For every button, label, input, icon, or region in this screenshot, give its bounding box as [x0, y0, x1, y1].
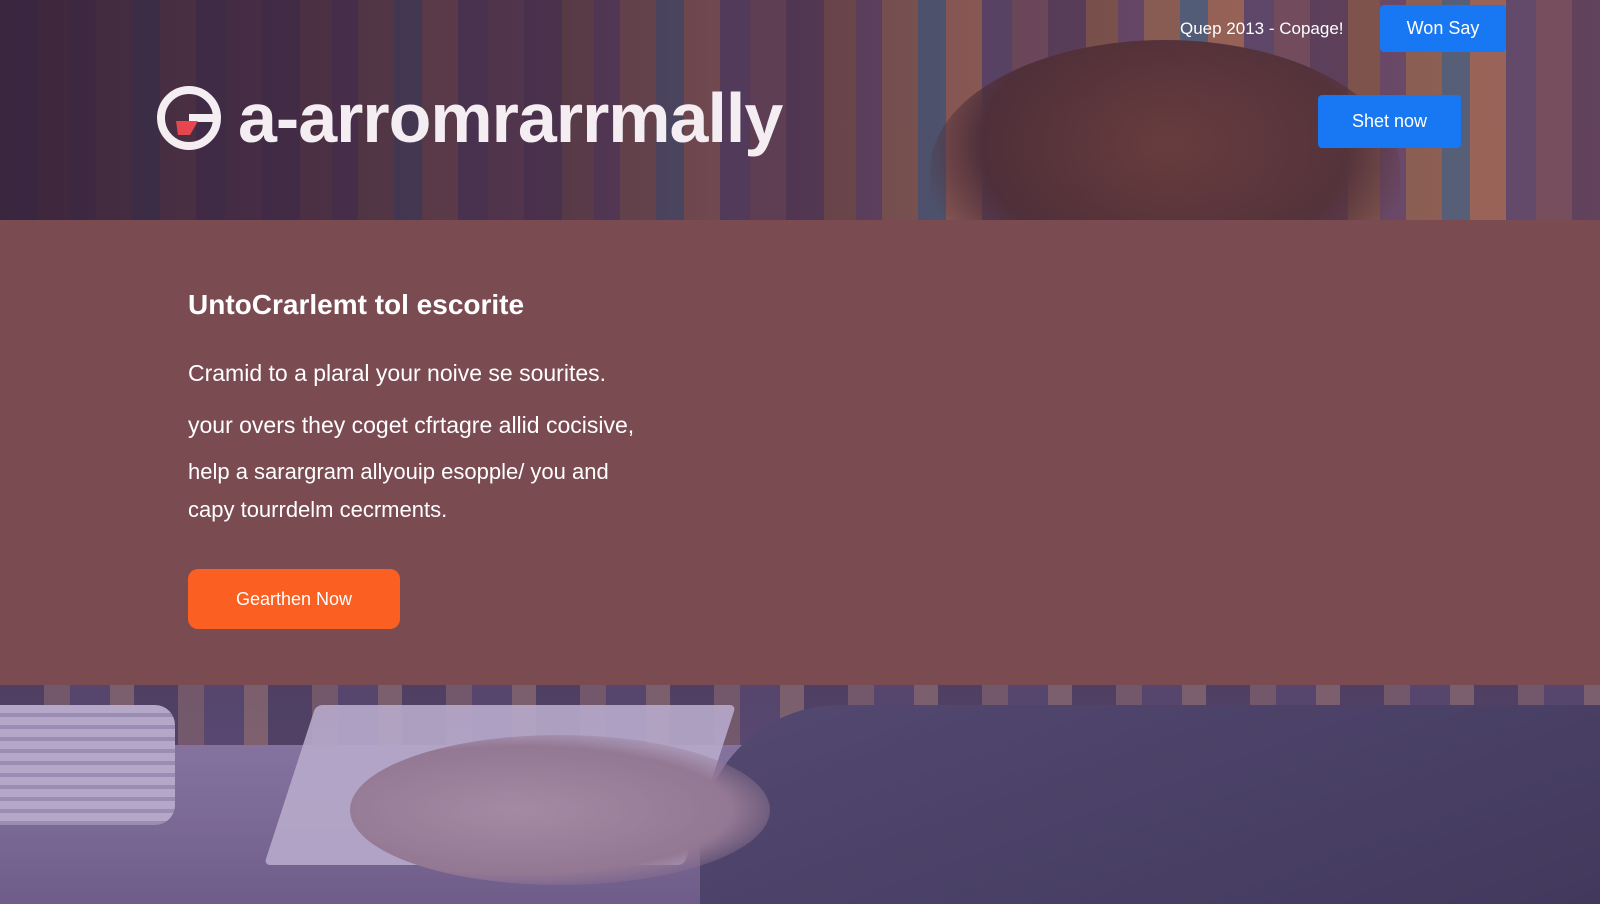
landing-page: a-arromrarrmally Quep 2013 - Copage! Won…	[0, 0, 1600, 904]
body-text-line: your overs they coget cfrtagre allid coc…	[188, 412, 635, 438]
top-nav-link[interactable]: Quep 2013 - Copage!	[1180, 18, 1344, 40]
brand-wordmark: a-arromrarrmally	[238, 79, 783, 157]
body-text-line: capy tourrdelm cecrments.	[188, 497, 448, 522]
brand-logo[interactable]: a-arromrarrmally	[154, 78, 783, 158]
cta-button[interactable]: Gearthen Now	[188, 569, 400, 629]
section-title: UntoCrarlemt tol escorite	[188, 289, 525, 320]
desk-photo	[0, 685, 1600, 904]
hero-background: a-arromrarrmally Quep 2013 - Copage! Won…	[0, 0, 1600, 220]
brand-logo-icon	[157, 86, 221, 150]
content-band: UntoCrarlemt tol escorite Cramid to a pl…	[0, 220, 1600, 685]
body-text-line: Cramid to a plaral your noive se sourite…	[188, 360, 607, 386]
body-text-line: help a sarargram allyouip esopple/ you a…	[188, 459, 609, 484]
won-say-button[interactable]: Won Say	[1380, 5, 1506, 52]
shet-now-button[interactable]: Shet now	[1318, 95, 1461, 148]
